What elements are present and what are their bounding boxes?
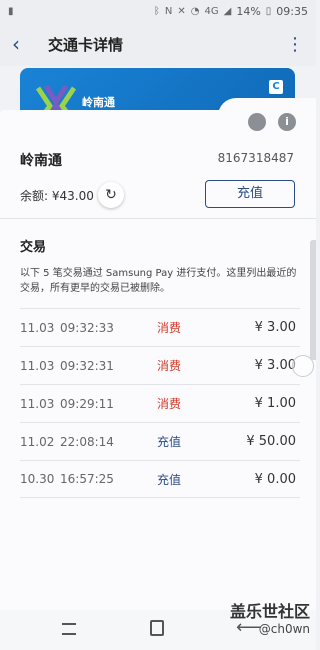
- bluetooth-icon: ᛒ: [153, 5, 160, 17]
- row-amount: ¥ 3.00: [254, 358, 296, 373]
- app-header: ‹ 交通卡详情 ⋮: [0, 22, 316, 66]
- row-time: 09:29:11: [60, 396, 114, 411]
- table-row: 10.30 16:57:25 充值 ¥ 0.00: [20, 460, 300, 498]
- clock: 09:35: [276, 4, 308, 18]
- row-date: 11.03: [20, 358, 55, 373]
- card-number: 8167318487: [217, 151, 294, 165]
- row-time: 09:32:33: [60, 320, 114, 335]
- network-label: 4G: [204, 5, 219, 17]
- transactions-title: 交易: [20, 240, 47, 255]
- page-title: 交通卡详情: [48, 35, 124, 54]
- row-amount: ¥ 50.00: [246, 434, 296, 449]
- divider: [0, 218, 316, 219]
- home-icon[interactable]: [150, 620, 164, 636]
- card-brand-label: 岭南通: [82, 96, 115, 109]
- watermark-site: 盖乐世社区: [229, 602, 310, 621]
- table-row: 11.03 09:32:33 消费 ¥ 3.00: [20, 308, 300, 346]
- row-amount: ¥ 0.00: [254, 471, 296, 487]
- wifi-icon: ◔: [190, 5, 200, 17]
- row-date: 11.03: [20, 320, 55, 335]
- edge-panel-handle[interactable]: [310, 240, 316, 360]
- more-options-icon[interactable]: ⋮: [286, 34, 304, 55]
- refresh-icon[interactable]: ↻: [98, 182, 124, 208]
- row-time: 22:08:14: [60, 434, 114, 449]
- card-c-icon: C: [269, 80, 283, 94]
- nfc-icon: N: [164, 5, 173, 17]
- info-icon[interactable]: i: [278, 113, 296, 131]
- topup-button[interactable]: 充值: [205, 180, 295, 208]
- recent-apps-icon[interactable]: [62, 623, 76, 635]
- transactions-description: 以下 5 笔交易通过 Samsung Pay 进行支付。这里列出最近的交易，所有…: [20, 268, 297, 294]
- row-date: 11.02: [20, 434, 55, 449]
- battery-percent: 14%: [236, 4, 261, 18]
- watermark-user: @ch0wn: [258, 622, 310, 636]
- row-type: 充值: [157, 472, 182, 487]
- row-time: 16:57:25: [60, 472, 114, 486]
- row-type: 消费: [157, 359, 182, 373]
- battery-icon: ▯: [265, 5, 272, 17]
- status-bar: ▮ ᛒ N ✕ ◔ 4G ◢ 14% ▯ 09:35: [0, 0, 316, 22]
- row-date: 11.03: [20, 396, 55, 411]
- card-name: 岭南通: [20, 153, 62, 169]
- notification-icon: ▮: [8, 5, 14, 17]
- back-arrow-icon[interactable]: ‹: [12, 32, 36, 56]
- row-amount: ¥ 3.00: [254, 320, 296, 335]
- row-type: 消费: [157, 321, 182, 335]
- row-type: 充值: [157, 435, 182, 449]
- row-date: 10.30: [20, 472, 55, 486]
- transactions-table: 11.03 09:32:33 消费 ¥ 3.00 11.03 09:32:31 …: [20, 308, 300, 498]
- table-row: 11.02 22:08:14 充值 ¥ 50.00: [20, 422, 300, 460]
- balance-label: 余额: ¥43.00: [20, 189, 94, 203]
- row-amount: ¥ 1.00: [254, 396, 296, 411]
- mute-icon: ✕: [177, 5, 186, 17]
- row-time: 09:32:31: [60, 358, 114, 373]
- table-row: 11.03 09:29:11 消费 ¥ 1.00: [20, 384, 300, 422]
- phone-icon[interactable]: [248, 113, 266, 131]
- signal-icon: ◢: [223, 5, 232, 17]
- row-type: 消费: [157, 397, 182, 411]
- table-row: 11.03 09:32:31 消费 ¥ 3.00: [20, 346, 300, 384]
